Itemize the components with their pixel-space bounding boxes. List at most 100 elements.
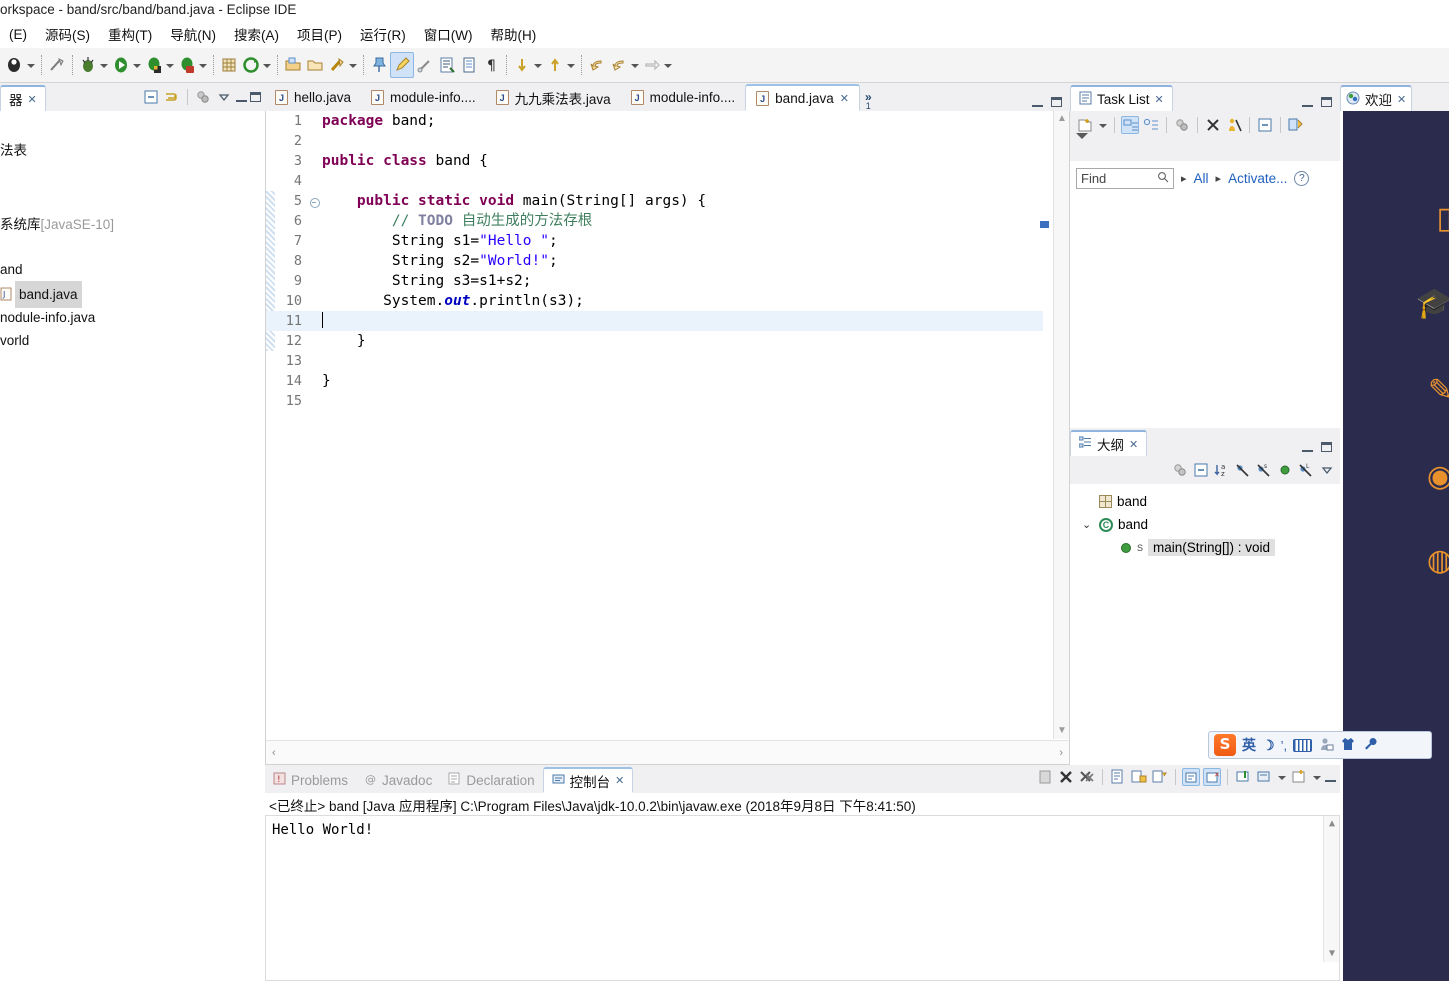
collapse-all-icon[interactable] — [142, 88, 160, 106]
menu-item-0[interactable]: (E) — [0, 24, 36, 45]
tree-item[interactable]: 法表 — [0, 138, 27, 163]
focus-on-active-task-icon[interactable] — [194, 88, 212, 106]
word-wrap-icon[interactable] — [1151, 768, 1169, 786]
moon-icon[interactable]: ☽ — [1262, 737, 1275, 754]
code-line[interactable]: 3 public class band { — [266, 151, 1043, 171]
editor-tab-0[interactable]: Jhello.java — [265, 84, 361, 111]
tree-item[interactable]: and — [0, 257, 23, 282]
sort-icon[interactable]: az — [1213, 461, 1231, 479]
menu-item-8[interactable]: 帮助(H) — [481, 21, 545, 47]
code-line[interactable]: 6 // TODO 自动生成的方法存根 — [266, 211, 1043, 231]
outline-item[interactable]: ⌄ Cband — [1070, 513, 1340, 536]
tab-package-explorer[interactable]: 器 ✕ — [0, 85, 46, 111]
menu-item-1[interactable]: 源码(S) — [36, 21, 99, 47]
outline-item[interactable]: Smain(String[]) : void — [1070, 536, 1340, 559]
coverage-dropdown[interactable] — [164, 55, 175, 75]
package-explorer-tree[interactable]: 法表系统库 [JavaSE-10] and Jband.java nodule-inf… — [0, 111, 265, 981]
tree-item[interactable]: Jband.java — [0, 281, 82, 308]
scroll-down-icon[interactable]: ▼ — [1054, 723, 1070, 739]
book-icon[interactable]: ▯ — [1436, 201, 1449, 236]
close-icon[interactable]: ✕ — [840, 92, 849, 105]
forward-button[interactable] — [608, 52, 641, 78]
close-icon[interactable]: ✕ — [1397, 93, 1406, 106]
categorized-presentation-icon[interactable] — [1121, 116, 1139, 134]
view-menu-icon[interactable] — [215, 88, 233, 106]
hide-personal-icon[interactable] — [1225, 116, 1243, 134]
minimize-button[interactable] — [1302, 98, 1313, 107]
code-line[interactable]: 12 } — [266, 331, 1043, 351]
hide-fields-icon[interactable] — [1234, 461, 1252, 479]
menu-item-4[interactable]: 搜索(A) — [225, 21, 288, 47]
tree-item[interactable]: 系统库 [JavaSE-10] — [0, 212, 114, 237]
pilcrow-button[interactable]: ¶ — [480, 52, 502, 78]
menu-item-6[interactable]: 运行(R) — [351, 21, 415, 47]
chevron-down-icon[interactable]: ⌄ — [1082, 518, 1094, 531]
sogou-ime-toolbar[interactable]: S 英 ☽ ’, — [1208, 731, 1432, 759]
search-input[interactable]: Find — [1076, 167, 1174, 189]
fold-collapse-icon[interactable] — [308, 191, 322, 211]
skin-icon[interactable] — [1340, 736, 1356, 755]
menu-item-2[interactable]: 重构(T) — [99, 21, 161, 47]
previous-edit-button[interactable] — [511, 52, 544, 78]
collapse-all-icon[interactable] — [1256, 116, 1274, 134]
code-line[interactable]: 1 package band; — [266, 111, 1043, 131]
next-page-dropdown[interactable] — [662, 55, 673, 75]
minimize-button[interactable] — [1302, 443, 1313, 452]
scroll-left-icon[interactable]: ‹ — [272, 747, 276, 759]
maximize-button[interactable] — [1051, 97, 1062, 107]
code-line[interactable]: 7 String s1="Hello "; — [266, 231, 1043, 251]
open-console-icon[interactable] — [1290, 768, 1308, 786]
menu-item-5[interactable]: 项目(P) — [288, 21, 351, 47]
new-java-project-button[interactable] — [218, 52, 240, 78]
new-wizard-dropdown[interactable] — [25, 55, 36, 75]
english-mode-icon[interactable]: 英 — [1242, 735, 1256, 755]
remove-all-terminated-icon[interactable] — [1078, 768, 1096, 786]
punctuation-icon[interactable]: ’, — [1281, 738, 1288, 753]
open-resource-button[interactable] — [304, 52, 326, 78]
scroll-down-icon[interactable]: ▼ — [1324, 946, 1340, 962]
close-icon[interactable]: ✕ — [615, 774, 624, 787]
user-icon[interactable] — [1318, 736, 1334, 755]
profile-dropdown[interactable] — [197, 55, 208, 75]
forward-dropdown[interactable] — [629, 55, 640, 75]
code-line[interactable]: 15 — [266, 391, 1043, 411]
code-text-area[interactable]: 1 package band; 2 3 public class band {4 5 pu… — [266, 111, 1043, 739]
coverage-button[interactable] — [143, 52, 176, 78]
close-icon[interactable]: ✕ — [1155, 93, 1164, 106]
terminate-icon[interactable] — [1057, 768, 1075, 786]
breadcrumb-activate[interactable]: Activate... — [1228, 171, 1287, 186]
graduation-cap-icon[interactable]: 🎓 — [1416, 286, 1449, 321]
more-tabs-chevron[interactable]: » 1 — [860, 91, 877, 111]
show-whitespace-button[interactable] — [458, 52, 480, 78]
maximize-button[interactable] — [1321, 442, 1332, 452]
tab-welcome[interactable]: 欢迎 ✕ — [1340, 85, 1413, 111]
profile-button[interactable] — [176, 52, 209, 78]
next-annotation-button[interactable] — [436, 52, 458, 78]
outline-item[interactable]: band — [1070, 490, 1340, 513]
show-console-icon[interactable] — [1109, 768, 1127, 786]
tree-item[interactable]: nodule-info.java — [0, 305, 95, 330]
editor-tab-1[interactable]: Jmodule-info.... — [361, 84, 486, 111]
overview-ruler-mark[interactable] — [1040, 221, 1049, 228]
minimize-button[interactable] — [1325, 773, 1336, 782]
globe-icon[interactable]: ◍ — [1427, 543, 1449, 578]
editor-tab-2[interactable]: J 九九乘法表.java — [486, 84, 621, 111]
maximize-button[interactable] — [1321, 97, 1332, 107]
display-dropdown[interactable] — [1276, 767, 1287, 787]
console-tab-3[interactable]: 控制台 ✕ — [542, 767, 634, 793]
scroll-lock-icon[interactable] — [1130, 768, 1148, 786]
debug-button[interactable] — [77, 52, 110, 78]
filter-completed-icon[interactable] — [1204, 116, 1222, 134]
console-tab-1[interactable]: @ Javadoc — [356, 767, 440, 793]
pin-button[interactable] — [368, 52, 390, 78]
open-type-button[interactable] — [282, 52, 304, 78]
display-selected-console-icon[interactable] — [1255, 768, 1273, 786]
next-page-button[interactable] — [641, 52, 674, 78]
back-button[interactable] — [586, 52, 608, 78]
focus-on-active-task-icon[interactable] — [1171, 461, 1189, 479]
new-package-dropdown[interactable] — [261, 55, 272, 75]
collapse-all-icon[interactable] — [1192, 461, 1210, 479]
close-icon[interactable]: ✕ — [28, 93, 37, 106]
code-line[interactable]: 5 public static void main(String[] args)… — [266, 191, 1043, 211]
code-line[interactable]: 9 String s3=s1+s2; — [266, 271, 1043, 291]
